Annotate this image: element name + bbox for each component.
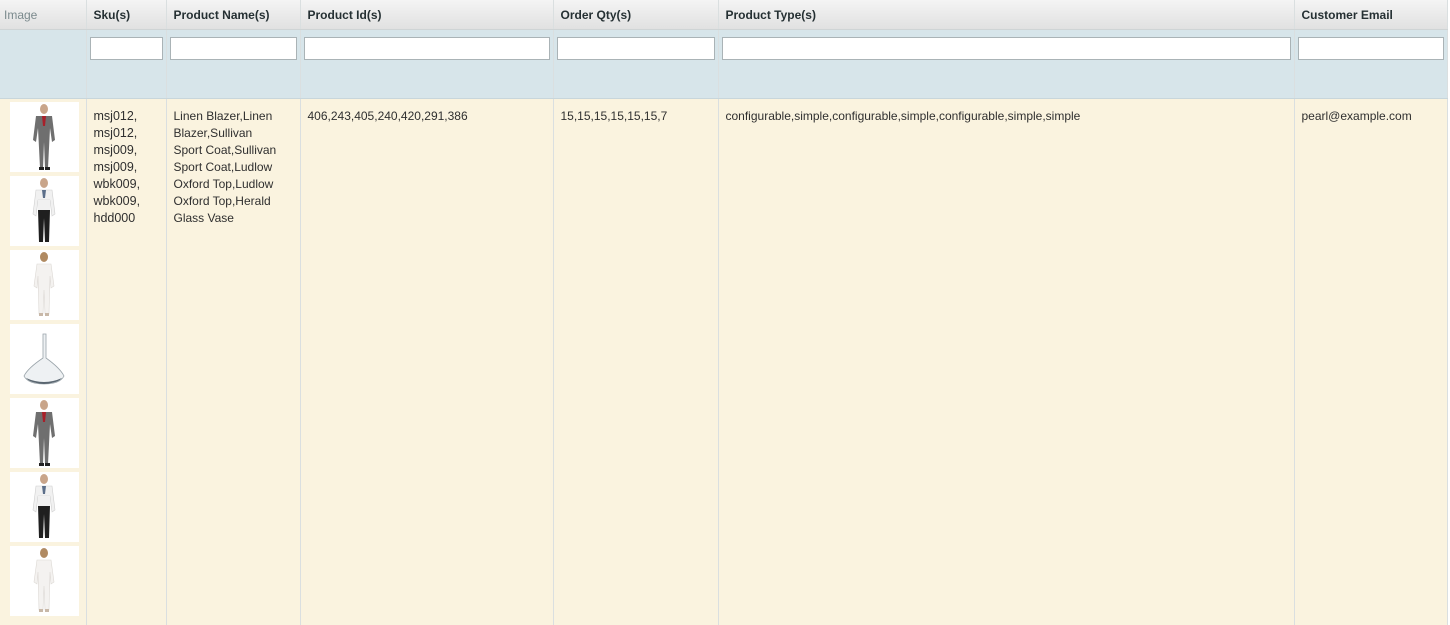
product-type-filter-input[interactable] xyxy=(722,37,1291,60)
sku-cell: msj012, msj012, msj009, msj009, wbk009, … xyxy=(86,99,166,625)
column-header-order-qty[interactable]: Order Qty(s) xyxy=(553,0,718,30)
white-blazer-black-pants-image xyxy=(10,472,79,542)
filter-cell-product-type xyxy=(718,30,1294,99)
product-name-line: Sport Coat,Sullivan xyxy=(174,142,293,159)
filter-cell-sku xyxy=(86,30,166,99)
filter-cell-order-qty xyxy=(553,30,718,99)
product-id-cell: 406,243,405,240,420,291,386 xyxy=(300,99,553,625)
filter-cell-product-name xyxy=(166,30,300,99)
sku-line: wbk009, xyxy=(94,176,159,193)
sku-line: msj012, xyxy=(94,108,159,125)
product-type-cell: configurable,simple,configurable,simple,… xyxy=(718,99,1294,625)
grid-header-row: Image Sku(s) Product Name(s) Product Id(… xyxy=(0,0,1447,30)
product-name-line: Oxford Top,Herald xyxy=(174,193,293,210)
white-outfit-image xyxy=(10,546,79,616)
grey-suit-red-shirt-image xyxy=(10,398,79,468)
product-name-line: Sport Coat,Ludlow xyxy=(174,159,293,176)
customer-email-filter-input[interactable] xyxy=(1298,37,1444,60)
grey-suit-red-shirt-image xyxy=(10,102,79,172)
filter-cell-customer-email xyxy=(1294,30,1447,99)
order-products-grid: Image Sku(s) Product Name(s) Product Id(… xyxy=(0,0,1448,625)
column-header-customer-email[interactable]: Customer Email xyxy=(1294,0,1447,30)
product-name-line: Glass Vase xyxy=(174,210,293,227)
sku-line: msj012, xyxy=(94,125,159,142)
product-name-line: Blazer,Sullivan xyxy=(174,125,293,142)
product-name-cell: Linen Blazer,Linen Blazer,Sullivan Sport… xyxy=(166,99,300,625)
sku-line: msj009, xyxy=(94,142,159,159)
product-id-filter-input[interactable] xyxy=(304,37,550,60)
column-header-sku[interactable]: Sku(s) xyxy=(86,0,166,30)
filter-cell-product-id xyxy=(300,30,553,99)
order-qty-cell: 15,15,15,15,15,15,7 xyxy=(553,99,718,625)
sku-line: msj009, xyxy=(94,159,159,176)
filter-cell-image xyxy=(0,30,86,99)
white-outfit-image xyxy=(10,250,79,320)
product-name-line: Oxford Top,Ludlow xyxy=(174,176,293,193)
customer-email-cell: pearl@example.com xyxy=(1294,99,1447,625)
white-blazer-black-pants-image xyxy=(10,176,79,246)
product-name-filter-input[interactable] xyxy=(170,37,297,60)
sku-line: hdd000 xyxy=(94,210,159,227)
sku-filter-input[interactable] xyxy=(90,37,163,60)
image-cell xyxy=(0,99,86,625)
sku-line: wbk009, xyxy=(94,193,159,210)
column-header-image: Image xyxy=(0,0,86,30)
glass-vase-image xyxy=(10,324,79,394)
column-header-product-type[interactable]: Product Type(s) xyxy=(718,0,1294,30)
grid-filter-row xyxy=(0,30,1447,99)
column-header-product-name[interactable]: Product Name(s) xyxy=(166,0,300,30)
table-row[interactable]: msj012, msj012, msj009, msj009, wbk009, … xyxy=(0,99,1447,625)
product-name-line: Linen Blazer,Linen xyxy=(174,108,293,125)
column-header-product-id[interactable]: Product Id(s) xyxy=(300,0,553,30)
order-qty-filter-input[interactable] xyxy=(557,37,715,60)
